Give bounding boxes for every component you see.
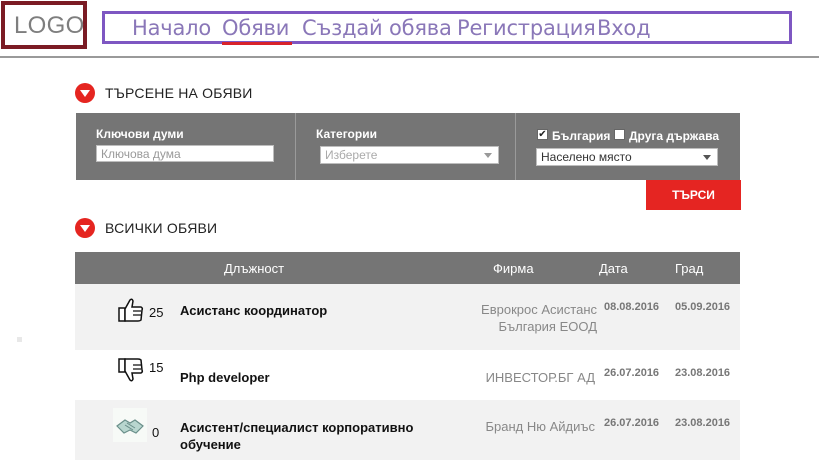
listings-table-header: Длъжност Фирма Дата Град	[75, 252, 740, 284]
decorative-dot	[17, 337, 22, 342]
site-header: LOGO Начало Обяви Създай обява Регистрац…	[0, 0, 819, 58]
country-bulgaria-label: България	[552, 129, 611, 143]
nav-home[interactable]: Начало	[132, 16, 211, 40]
table-row[interactable]: 25 Асистанс координатор Еврокрос Асистан…	[75, 284, 740, 350]
row-city: 05.09.2016	[675, 301, 731, 313]
chevron-down-icon	[703, 155, 711, 160]
row-date: 08.08.2016	[604, 301, 660, 313]
row-date: 26.07.2016	[604, 417, 660, 429]
row-city: 23.08.2016	[675, 367, 731, 379]
nav-login[interactable]: Вход	[597, 16, 651, 40]
nav-create-listing[interactable]: Създай обява	[302, 16, 452, 40]
chevron-down-icon	[484, 153, 492, 158]
row-date: 26.07.2016	[604, 367, 660, 379]
thumbs-down-icon	[118, 358, 144, 382]
divider	[295, 113, 296, 180]
column-position[interactable]: Длъжност	[224, 261, 284, 276]
row-title[interactable]: Php developer	[180, 369, 410, 386]
column-firm[interactable]: Фирма	[493, 261, 534, 276]
divider	[515, 113, 516, 180]
row-title[interactable]: Асистанс координатор	[180, 302, 410, 319]
keywords-input[interactable]: Ключова дума	[96, 145, 274, 162]
search-panel: Ключови думи Ключова дума Категории Избе…	[76, 113, 740, 180]
place-select[interactable]: Населено място	[536, 148, 718, 166]
active-nav-underline	[222, 42, 292, 45]
thumbs-up-icon	[118, 298, 144, 322]
country-other-checkbox[interactable]	[614, 129, 625, 140]
categories-label: Категории	[316, 127, 377, 141]
nav-listings[interactable]: Обяви	[222, 16, 289, 40]
logo[interactable]: LOGO	[1, 1, 87, 49]
handshake-icon	[113, 408, 147, 442]
row-score: 25	[149, 305, 164, 320]
main-nav: Начало Обяви Създай обява Регистрация Вх…	[102, 11, 792, 45]
row-score: 0	[152, 425, 160, 440]
row-firm[interactable]: ИНВЕСТОР.БГ АД	[467, 369, 595, 386]
chevron-down-icon[interactable]	[75, 218, 95, 238]
row-firm[interactable]: Бранд Ню Айдиъс	[467, 418, 595, 435]
logo-text: LOGO	[14, 12, 85, 39]
row-score: 15	[149, 360, 164, 375]
search-button[interactable]: ТЪРСИ	[646, 180, 741, 210]
categories-select[interactable]: Изберете	[320, 146, 499, 164]
column-city[interactable]: Град	[675, 261, 703, 276]
table-row[interactable]: 15 Php developer ИНВЕСТОР.БГ АД 26.07.20…	[75, 350, 740, 400]
row-title[interactable]: Асистент/специалист корпоративно обучени…	[180, 419, 420, 453]
row-firm[interactable]: Еврокрос Асистанс България ЕООД	[467, 301, 597, 335]
column-date[interactable]: Дата	[599, 261, 628, 276]
row-city: 23.08.2016	[675, 417, 731, 429]
country-other-label: Друга държава	[629, 129, 719, 143]
nav-register[interactable]: Регистрация	[457, 16, 596, 40]
keywords-label: Ключови думи	[96, 127, 184, 141]
chevron-down-icon[interactable]	[75, 83, 95, 103]
country-bulgaria-checkbox[interactable]: ✔	[537, 129, 548, 140]
table-row[interactable]: 0 Асистент/специалист корпоративно обуче…	[75, 400, 740, 460]
